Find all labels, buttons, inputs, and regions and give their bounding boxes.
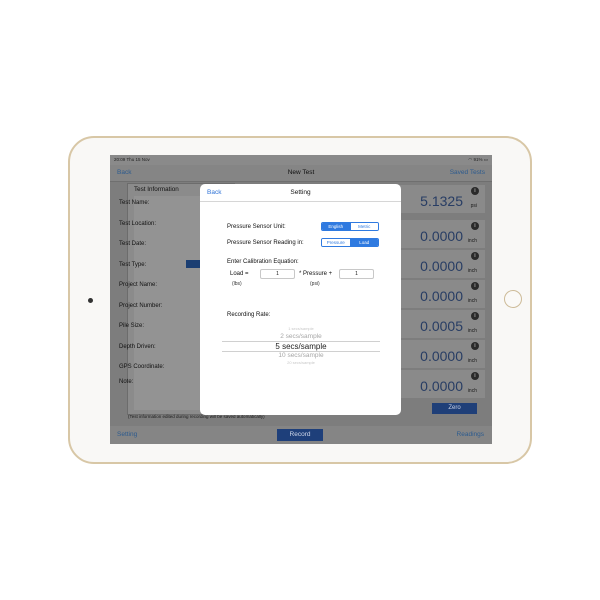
reading-unit: inch — [467, 268, 477, 274]
reading-value: 0.0000 — [420, 288, 463, 304]
setting-button[interactable]: Setting — [117, 431, 137, 438]
picker-selected-option[interactable]: 5 secs/sample — [222, 342, 380, 351]
page-title: New Test — [287, 169, 315, 176]
info-icon[interactable]: i — [471, 222, 479, 230]
field-test-date[interactable]: Test Date: — [119, 241, 146, 247]
info-icon[interactable]: i — [471, 372, 479, 380]
field-gps-coordinate[interactable]: GPS Coordinate: — [119, 364, 164, 370]
reading-unit: inch — [467, 358, 477, 364]
picker-option[interactable]: 20 secs/sample — [222, 360, 380, 365]
field-pile-size[interactable]: Pile Size: — [119, 323, 144, 329]
picker-option[interactable]: 2 secs/sample — [222, 333, 380, 340]
front-camera — [88, 298, 93, 303]
field-test-location[interactable]: Test Location: — [119, 221, 156, 227]
reading-row: 0.0005 inch i — [395, 310, 485, 338]
reading-value: 0.0000 — [420, 348, 463, 364]
home-button[interactable] — [504, 290, 522, 308]
reading-row: 0.0000 inch i — [395, 280, 485, 308]
test-type-selector[interactable] — [186, 260, 200, 268]
recording-rate-picker[interactable]: 1 secs/sample 2 secs/sample 5 secs/sampl… — [222, 326, 380, 366]
reading-value: 0.0005 — [420, 318, 463, 334]
info-icon[interactable]: i — [471, 282, 479, 290]
readings-button[interactable]: Readings — [457, 431, 484, 438]
reading-row: 0.0000 inch i — [395, 370, 485, 398]
reading-type-label: Pressure Sensor Reading in: — [227, 240, 304, 246]
reading-unit: inch — [467, 328, 477, 334]
info-icon[interactable]: i — [471, 252, 479, 260]
modal-title: Setting — [290, 189, 311, 196]
reading-value: 5.1325 — [420, 193, 463, 209]
pressure-unit-segmented: English Metric — [321, 222, 379, 231]
reading-value: 0.0000 — [420, 258, 463, 274]
recording-rate-label: Recording Rate: — [227, 312, 271, 318]
reading-load-option[interactable]: Load — [349, 239, 378, 246]
settings-modal: Back Setting Pressure Sensor Unit: Engli… — [200, 184, 401, 415]
field-test-name[interactable]: Test Name: — [119, 200, 149, 206]
picker-option[interactable]: 10 secs/sample — [222, 352, 380, 359]
wifi-icon: ◠ — [468, 157, 473, 162]
status-time: 20:09 Thu 15 Nov — [114, 157, 150, 162]
offset-input[interactable]: 1 — [339, 269, 374, 279]
unit-metric-option[interactable]: Metric — [349, 223, 378, 230]
reading-unit: psi — [470, 203, 477, 209]
field-depth-driven[interactable]: Depth Driven: — [119, 344, 156, 350]
info-icon[interactable]: i — [471, 342, 479, 350]
status-bar: 20:09 Thu 15 Nov ◠ 91% ▭ — [110, 155, 492, 165]
test-information-header: Test Information — [134, 186, 179, 193]
modal-nav-bar: Back Setting — [200, 184, 401, 202]
unit-english-option[interactable]: English — [322, 223, 350, 230]
reading-row: 0.0000 inch i — [395, 340, 485, 368]
calibration-label: Enter Calibration Equation: — [227, 259, 299, 265]
field-project-name[interactable]: Project Name: — [119, 282, 157, 288]
reading-unit: inch — [467, 298, 477, 304]
zero-button[interactable]: Zero — [432, 403, 477, 414]
reading-value: 0.0000 — [420, 378, 463, 394]
bottom-toolbar: Setting Record Readings — [110, 426, 492, 444]
field-test-type[interactable]: Test Type: — [119, 262, 146, 268]
navigation-bar: Back New Test Saved Tests — [110, 165, 492, 182]
reading-row: 0.0000 inch i — [395, 250, 485, 278]
reading-row: 5.1325 psi i — [395, 185, 485, 213]
load-equals-label: Load = — [230, 271, 249, 277]
reading-unit: inch — [467, 238, 477, 244]
lbs-unit-label: (lbs) — [232, 281, 242, 287]
reading-unit: inch — [467, 388, 477, 394]
reading-value: 0.0000 — [420, 228, 463, 244]
field-project-number[interactable]: Project Number: — [119, 303, 162, 309]
status-battery: ◠ 91% ▭ — [468, 157, 488, 162]
psi-unit-label: (psi) — [310, 281, 320, 287]
record-button[interactable]: Record — [277, 429, 323, 441]
pressure-plus-label: * Pressure + — [299, 271, 333, 277]
coefficient-input[interactable]: 1 — [260, 269, 295, 279]
reading-row: 0.0000 inch i — [395, 220, 485, 248]
pressure-unit-label: Pressure Sensor Unit: — [227, 224, 286, 230]
battery-icon: ▭ — [483, 157, 488, 162]
info-icon[interactable]: i — [471, 187, 479, 195]
field-note[interactable]: Note: — [119, 379, 133, 385]
saved-tests-button[interactable]: Saved Tests — [450, 169, 485, 176]
info-icon[interactable]: i — [471, 312, 479, 320]
picker-option[interactable]: 1 secs/sample — [222, 326, 380, 331]
reading-type-segmented: Pressure Load — [321, 238, 379, 247]
reading-pressure-option[interactable]: Pressure — [322, 239, 350, 246]
